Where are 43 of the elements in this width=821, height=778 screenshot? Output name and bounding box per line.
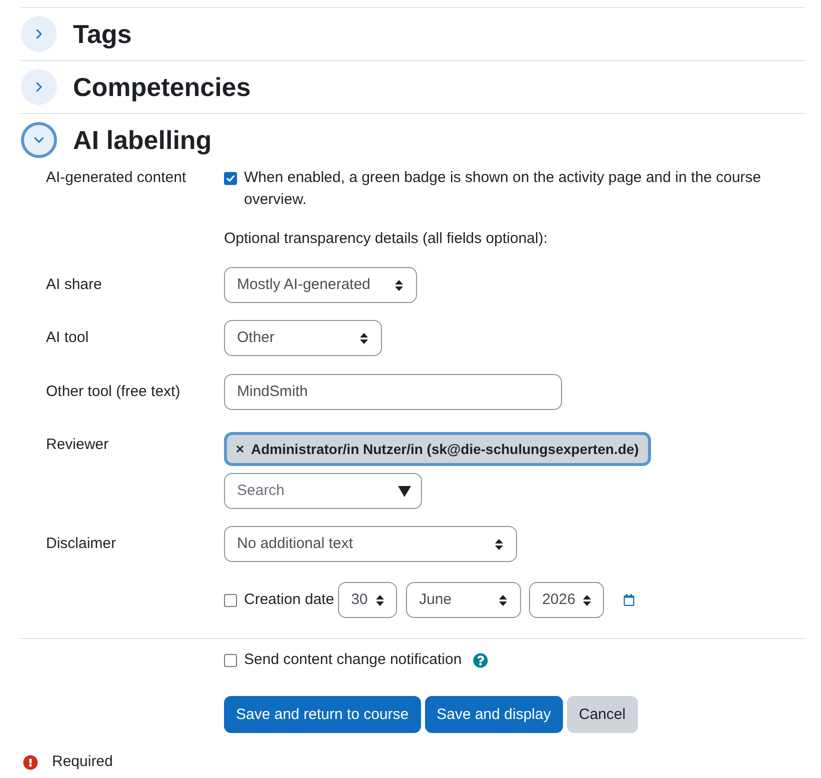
search-field[interactable]: Search — [224, 473, 422, 509]
help-icon[interactable] — [472, 652, 488, 668]
remove-icon[interactable] — [236, 445, 244, 453]
up-down-arrows-icon — [499, 594, 508, 606]
dropdown-select[interactable]: June — [406, 582, 522, 618]
field-label: AI tool — [46, 329, 89, 346]
section-toggle-button[interactable] — [21, 122, 57, 158]
field-label: Reviewer — [46, 436, 109, 453]
section-toggle-button[interactable] — [21, 16, 57, 52]
required-icon — [23, 754, 38, 770]
up-down-arrows-icon — [395, 280, 403, 290]
text-input[interactable]: MindSmith — [224, 374, 562, 410]
section-title[interactable]: Tags — [73, 18, 132, 50]
field-label: Other tool (free text) — [46, 383, 180, 400]
checkbox-label: Creation date — [244, 590, 334, 610]
section-title[interactable]: AI labelling — [73, 124, 212, 156]
secondary-button[interactable]: Cancel — [566, 696, 638, 733]
field-label: AI-generated content — [46, 169, 186, 186]
required-legend: Required — [52, 751, 113, 773]
up-down-arrows-icon — [495, 538, 503, 550]
caret-down-icon — [398, 486, 411, 496]
section-title[interactable]: Competencies — [73, 71, 251, 103]
checkbox[interactable] — [224, 654, 237, 666]
primary-button[interactable]: Save and display — [424, 696, 563, 733]
calendar-icon[interactable] — [623, 594, 636, 606]
selected-user-chip[interactable]: Administrator/in Nutzer/in (sk@die-schulungsexperten.de) — [224, 432, 651, 466]
primary-button[interactable]: Save and return to course — [224, 696, 421, 733]
section-toggle-button[interactable] — [21, 69, 57, 105]
up-down-arrows-icon — [583, 594, 592, 606]
note-text: Optional transparency details (all fields optional): — [224, 229, 548, 249]
up-down-arrows-icon — [376, 594, 384, 606]
checkbox[interactable] — [224, 594, 237, 606]
checkbox-description: When enabled, a green badge is shown on the activity page and in the course overview. — [244, 168, 762, 210]
up-down-arrows-icon — [360, 332, 368, 344]
field-label: Disclaimer — [46, 535, 116, 552]
checkbox[interactable] — [224, 172, 237, 184]
dropdown-select[interactable]: 2026 — [529, 582, 604, 618]
dropdown-select[interactable]: Mostly AI-generated — [224, 267, 417, 303]
field-label: AI share — [46, 276, 102, 293]
dropdown-select[interactable]: Other — [224, 320, 382, 356]
dropdown-select[interactable]: 30 — [338, 582, 398, 618]
dropdown-select[interactable]: No additional text — [224, 526, 517, 562]
checkbox-label: Send content change notification — [244, 650, 462, 670]
